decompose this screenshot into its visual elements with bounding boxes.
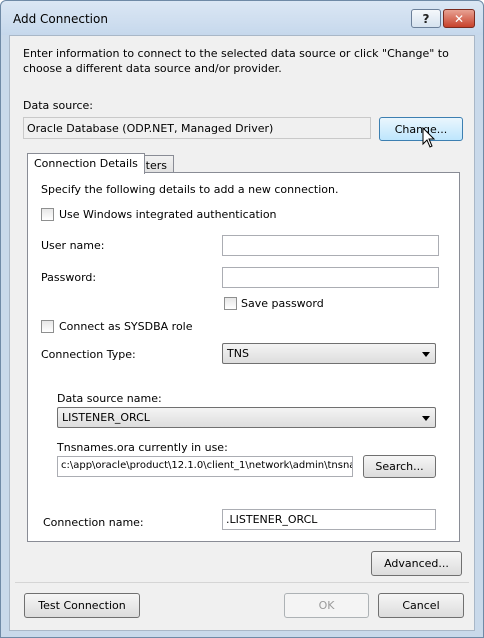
advanced-button[interactable]: Advanced... (371, 551, 462, 576)
chevron-down-icon (422, 416, 430, 421)
windows-auth-checkbox[interactable] (41, 208, 54, 221)
intro-text: Enter information to connect to the sele… (23, 47, 449, 75)
connection-type-select[interactable]: TNS (222, 343, 436, 364)
mouse-pointer-icon (422, 127, 436, 148)
save-password-label: Save password (241, 297, 324, 310)
data-source-name-value: LISTENER_ORCL (62, 411, 150, 424)
change-button[interactable]: Change... (379, 117, 463, 141)
ok-button[interactable]: OK (284, 593, 369, 618)
sysdba-checkbox[interactable] (41, 320, 54, 333)
close-icon: ✕ (453, 11, 465, 26)
windows-auth-label: Use Windows integrated authentication (59, 208, 277, 221)
connection-name-input[interactable]: .LISTENER_ORCL (222, 509, 436, 530)
test-connection-button-label: Test Connection (38, 599, 126, 612)
divider (15, 582, 469, 583)
sysdba-label: Connect as SYSDBA role (59, 320, 193, 333)
tab-connection-details-label: Connection Details (34, 157, 138, 170)
user-name-input[interactable] (222, 235, 439, 256)
connection-type-value: TNS (227, 347, 249, 360)
details-instructions: Specify the following details to add a n… (41, 183, 339, 196)
cancel-button-label: Cancel (402, 599, 440, 612)
chevron-down-icon (422, 352, 430, 357)
connection-type-label: Connection Type: (41, 348, 136, 361)
cancel-button[interactable]: Cancel (378, 593, 464, 618)
help-icon: ? (422, 11, 430, 26)
connection-name-label: Connection name: (43, 516, 144, 529)
data-source-label: Data source: (23, 99, 93, 112)
dialog-body: Enter information to connect to the sele… (9, 35, 475, 631)
user-name-label: User name: (41, 239, 105, 252)
change-button-label: Change... (394, 122, 448, 136)
connection-details-panel: Specify the following details to add a n… (27, 172, 460, 542)
data-source-name-select[interactable]: LISTENER_ORCL (57, 407, 436, 428)
add-connection-dialog: Add Connection ? ✕ Enter information to … (0, 0, 484, 638)
search-button-label: Search... (375, 460, 424, 473)
title-bar: Add Connection ? ✕ (1, 1, 483, 35)
tab-connection-details[interactable]: Connection Details (27, 153, 145, 174)
password-input[interactable] (222, 267, 439, 288)
password-label: Password: (41, 271, 97, 284)
test-connection-button[interactable]: Test Connection (24, 593, 140, 618)
window-title: Add Connection (13, 12, 108, 26)
tnsnames-path-field[interactable]: c:\app\oracle\product\12.1.0\client_1\ne… (57, 456, 353, 477)
help-button[interactable]: ? (411, 9, 441, 28)
search-button[interactable]: Search... (363, 455, 436, 478)
close-button[interactable]: ✕ (443, 9, 475, 28)
data-source-value: Oracle Database (ODP.NET, Managed Driver… (23, 117, 371, 139)
save-password-checkbox[interactable] (224, 297, 237, 310)
tnsnames-label: Tnsnames.ora currently in use: (57, 441, 228, 454)
advanced-button-label: Advanced... (384, 557, 449, 570)
ok-button-label: OK (318, 599, 335, 612)
data-source-name-label: Data source name: (57, 392, 162, 405)
